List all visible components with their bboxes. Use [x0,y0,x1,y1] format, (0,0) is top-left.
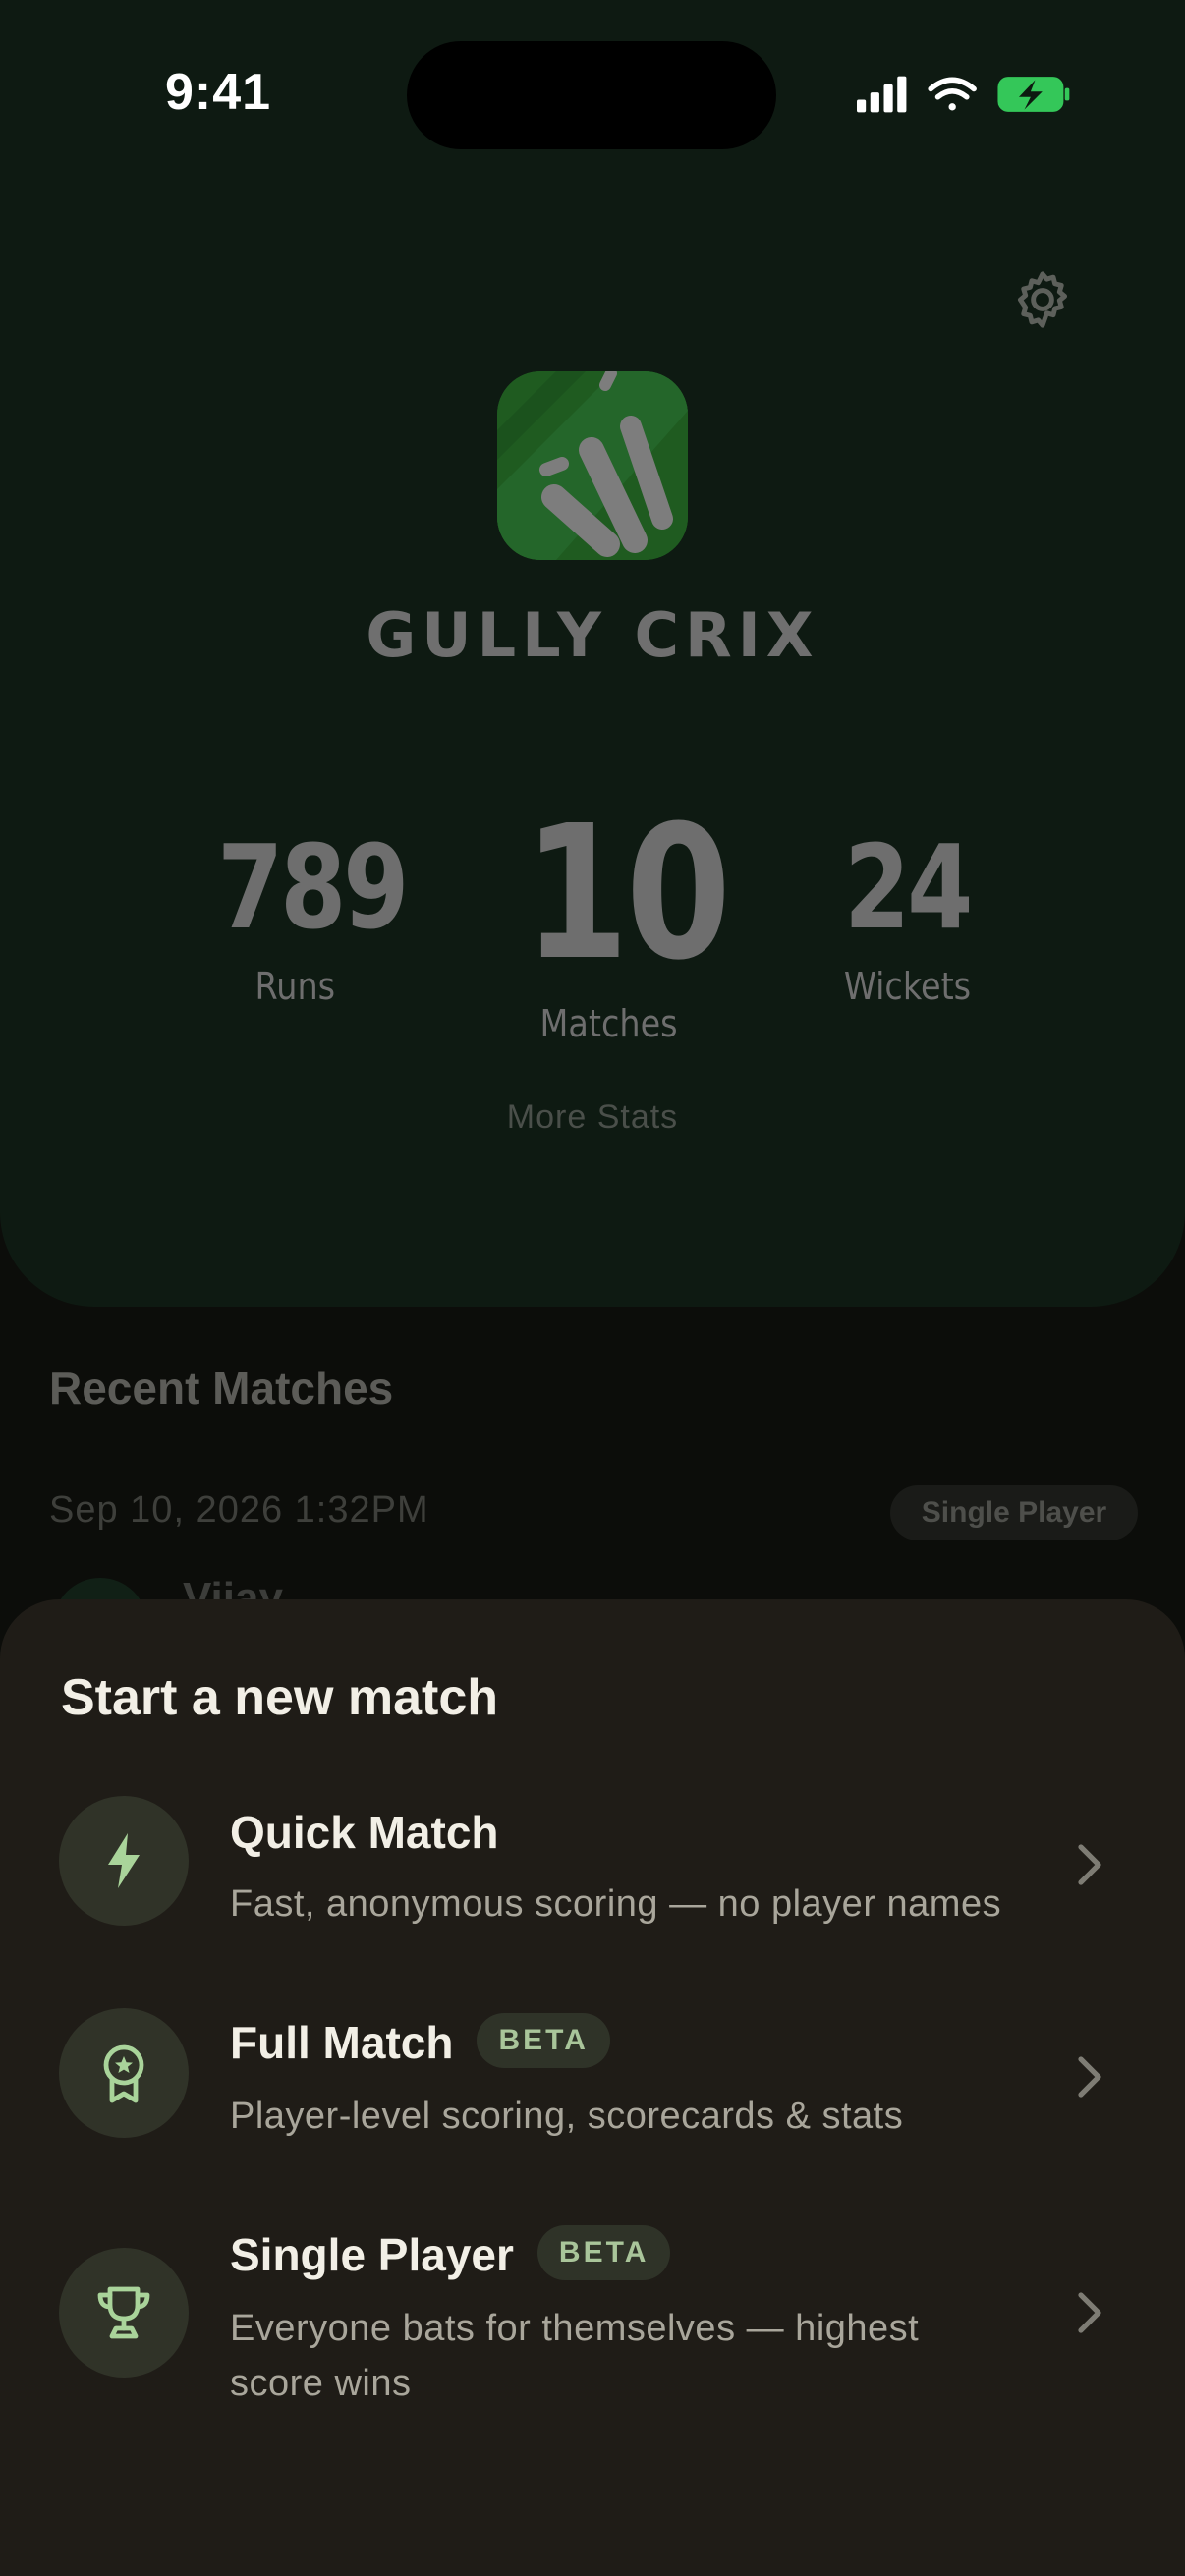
trophy-icon [97,2286,150,2339]
screen: GULLY CRIX 789 Runs 10 Matches 24 Wicket… [0,0,1185,2576]
stat-wickets-value: 24 [843,819,973,955]
battery-charging-icon [997,77,1070,112]
single-player-option[interactable]: Single Player BETA Everyone bats for them… [0,2220,1185,2456]
full-match-option[interactable]: Full Match BETA Player-level scoring, sco… [0,2008,1185,2185]
stat-wickets-label: Wickets [843,965,971,1008]
stat-runs[interactable]: 789 Runs [197,823,409,1008]
lightning-icon-badge [59,1796,189,1926]
single-player-description: Everyone bats for themselves — highest s… [230,2308,920,2404]
quick-match-description: Fast, anonymous scoring — no player name… [230,1883,1002,1925]
stat-matches-label: Matches [539,1002,679,1045]
full-match-title: Full Match BETA [230,2012,610,2074]
cricket-stumps-logo-icon [497,371,688,560]
quick-match-title: Quick Match [230,1806,499,1859]
award-icon-badge [59,2008,189,2138]
stat-wickets[interactable]: 24 Wickets [816,823,998,1008]
stat-matches[interactable]: 10 Matches [501,796,731,1046]
settings-gear-icon[interactable] [1010,267,1075,332]
cellular-signal-icon [857,76,907,113]
trophy-icon-badge [59,2248,189,2378]
chevron-right-icon [1078,2292,1101,2333]
sheet-title: Start a new match [61,1669,499,1726]
stat-runs-value: 789 [217,819,409,955]
wifi-icon [928,77,977,111]
stat-matches-value: 10 [523,786,731,1001]
new-match-sheet: Start a new match Quick Match Fast, anon… [0,1599,1185,2576]
app-logo [497,371,688,560]
quick-match-option[interactable]: Quick Match Fast, anonymous scoring — no… [0,1796,1185,1973]
full-match-description: Player-level scoring, scorecards & stats [230,2096,904,2137]
recent-matches-title: Recent Matches [49,1363,394,1414]
recent-match-mode-badge: Single Player [890,1485,1138,1540]
dynamic-island [407,41,776,149]
beta-badge: BETA [477,2012,610,2068]
chevron-right-icon [1078,1844,1101,1885]
single-player-title-text: Single Player [230,2229,514,2280]
status-time: 9:41 [165,64,272,121]
stat-runs-label: Runs [254,965,335,1008]
quick-match-title-text: Quick Match [230,1807,499,1858]
beta-badge: BETA [536,2224,671,2280]
single-player-title: Single Player BETA [230,2224,671,2286]
full-match-title-text: Full Match [230,2017,454,2068]
award-medal-icon [103,2044,144,2103]
lightning-icon [108,1833,140,1888]
hero-panel: GULLY CRIX 789 Runs 10 Matches 24 Wicket… [0,0,1185,1307]
app-name: GULLY CRIX [366,599,819,671]
chevron-right-icon [1078,2056,1101,2098]
more-stats-link[interactable]: More Stats [0,1098,1185,1137]
status-icons [857,76,1070,113]
recent-match-date: Sep 10, 2026 1:32PM [49,1489,429,1531]
